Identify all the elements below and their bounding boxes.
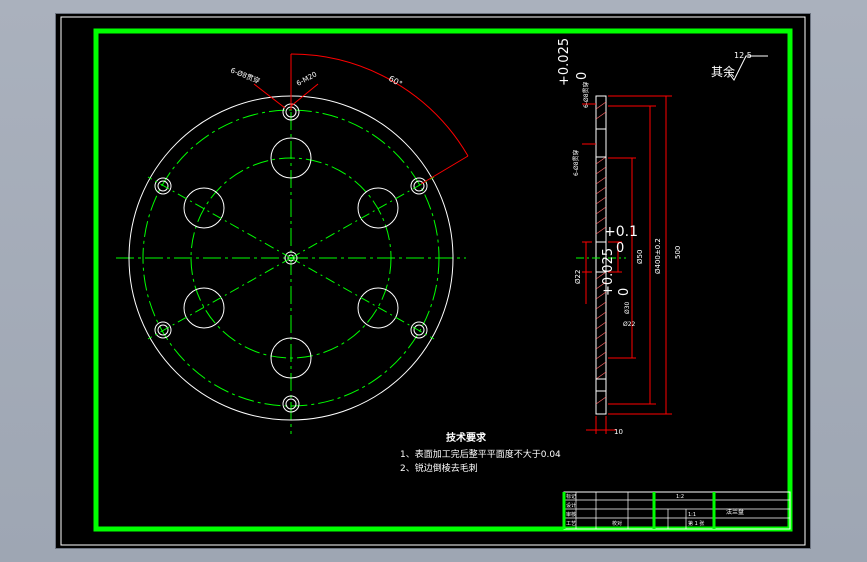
- note-2: 2、锐边倒棱去毛刺: [400, 462, 478, 474]
- notes-title: 技术要求: [446, 431, 487, 444]
- angle-extension-2: [420, 155, 469, 185]
- roughness-symbol: 12.5 其余: [711, 51, 768, 81]
- tolerance-upper-b: +0.1: [604, 224, 638, 240]
- row-label-1: 标记: [566, 493, 576, 500]
- ratio-cell: 1:1: [688, 512, 696, 518]
- dim-400: Ø400±0.2: [654, 238, 662, 274]
- section-hole-upper: [595, 128, 607, 158]
- front-view: 60° 6-Ø8贯穿 6-M20: [116, 53, 469, 434]
- roughness-value: 12.5: [734, 51, 752, 60]
- technical-notes: 技术要求 1、表面加工完后整平平面度不大于0.04 2、锐边倒棱去毛刺: [400, 431, 561, 474]
- tolerance-lower-a: 0: [575, 72, 590, 80]
- tolerance-upper-c: +0.025: [601, 248, 616, 296]
- dim-500: 500: [674, 246, 682, 259]
- dim-30: Ø30: [624, 301, 631, 314]
- row-label-3: 审核: [566, 511, 576, 518]
- row-label-2: 设计: [566, 502, 576, 509]
- scale-cell: 1:2: [676, 494, 684, 500]
- dim-thickness: 10: [614, 428, 623, 436]
- section-hole-lower: [595, 378, 607, 392]
- roughness-label: 其余: [711, 64, 735, 79]
- radial-centerline-ne: [290, 176, 435, 259]
- drawing-name: 法兰盘: [726, 508, 744, 516]
- radial-centerline-se: [290, 257, 435, 340]
- designer-cell: 校对: [612, 520, 622, 527]
- leader-thread: [290, 83, 319, 107]
- title-block: 标记 设计 审核 工艺 校对 1:2 1:1 第 1 张 法兰盘: [562, 491, 791, 530]
- note-1: 1、表面加工完后整平平面度不大于0.04: [400, 448, 561, 460]
- sheet-cell: 第 1 张: [688, 520, 704, 527]
- row-label-4: 工艺: [566, 521, 576, 527]
- drawing-sheet: 60° 6-Ø8贯穿 6-M20 500 Ø400±0.2 Ø50 Ø30 Ø2…: [56, 14, 810, 548]
- top-holes-label: 6-Ø8贯穿: [582, 81, 590, 108]
- radial-centerline-nw: [147, 176, 292, 259]
- dim-small: Ø22: [623, 321, 636, 328]
- small-holes-label: 6-Ø8贯穿: [229, 66, 261, 86]
- section-view: 500 Ø400±0.2 Ø50 Ø30 Ø22 Ø22 10 6-Ø8贯穿 6…: [557, 38, 682, 436]
- thread-label: 6-M20: [295, 70, 318, 87]
- large-hole-3: [357, 287, 399, 329]
- large-hole-5: [183, 287, 225, 329]
- angle-dimension-arc: [290, 53, 469, 157]
- mid-holes-label: 6-Ø8贯穿: [572, 149, 580, 176]
- tolerance-upper-a: +0.025: [557, 38, 572, 86]
- radial-centerline-sw: [147, 257, 292, 340]
- tolerance-lower-c: 0: [617, 288, 632, 296]
- dim-50: Ø50: [636, 250, 644, 264]
- tolerance-lower-b: 0: [616, 241, 624, 256]
- dim-22: Ø22: [574, 270, 582, 284]
- cad-drawing: 60° 6-Ø8贯穿 6-M20 500 Ø400±0.2 Ø50 Ø30 Ø2…: [60, 16, 806, 546]
